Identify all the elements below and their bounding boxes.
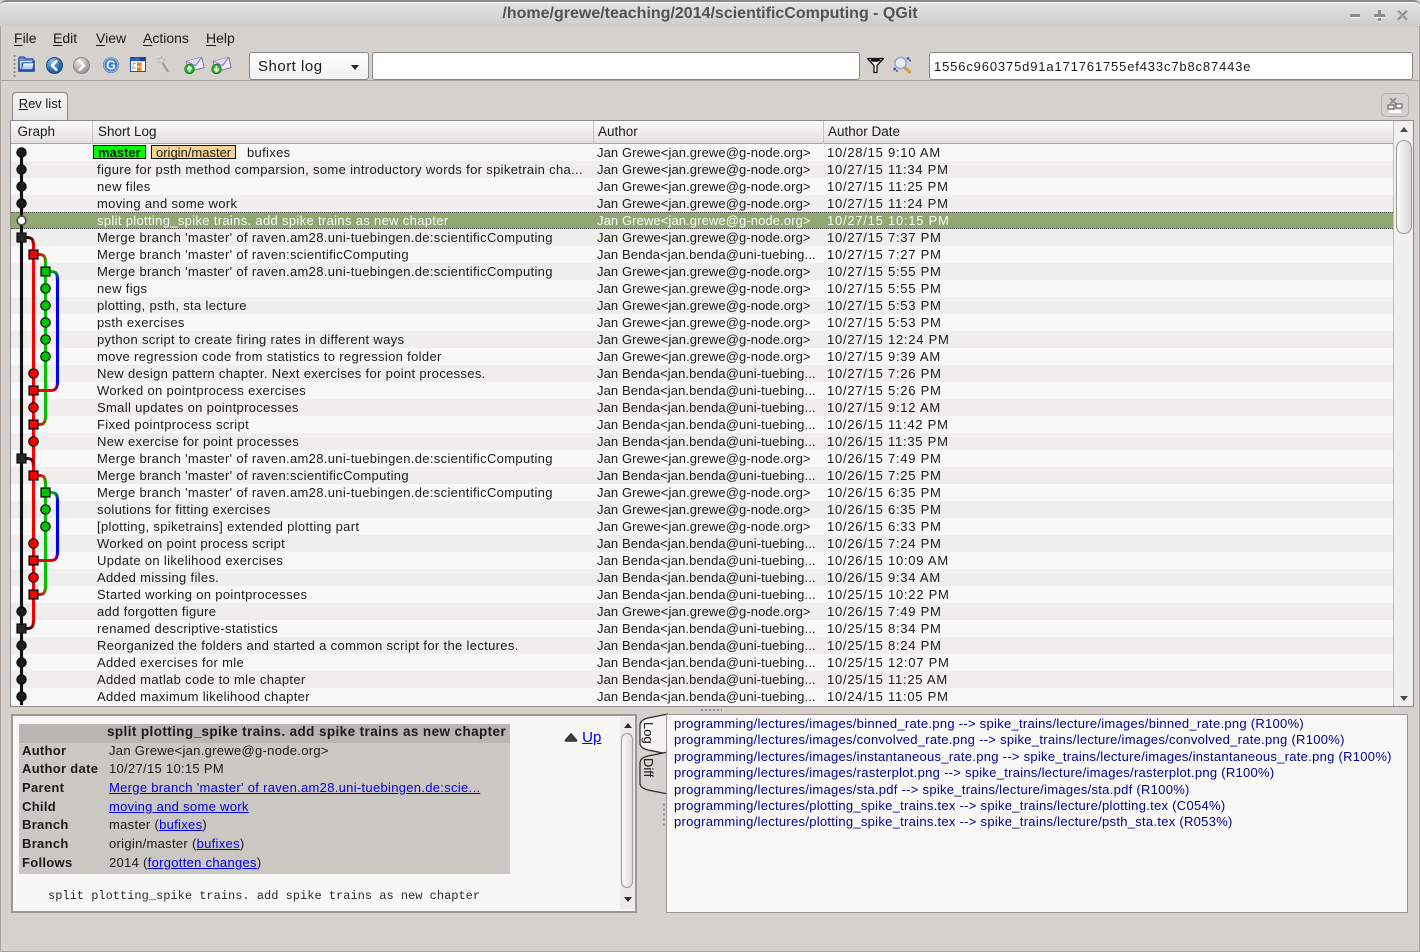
svg-text:G: G xyxy=(106,59,116,73)
svg-text:Log: Log xyxy=(641,722,656,744)
svg-text:Diff: Diff xyxy=(641,758,656,778)
